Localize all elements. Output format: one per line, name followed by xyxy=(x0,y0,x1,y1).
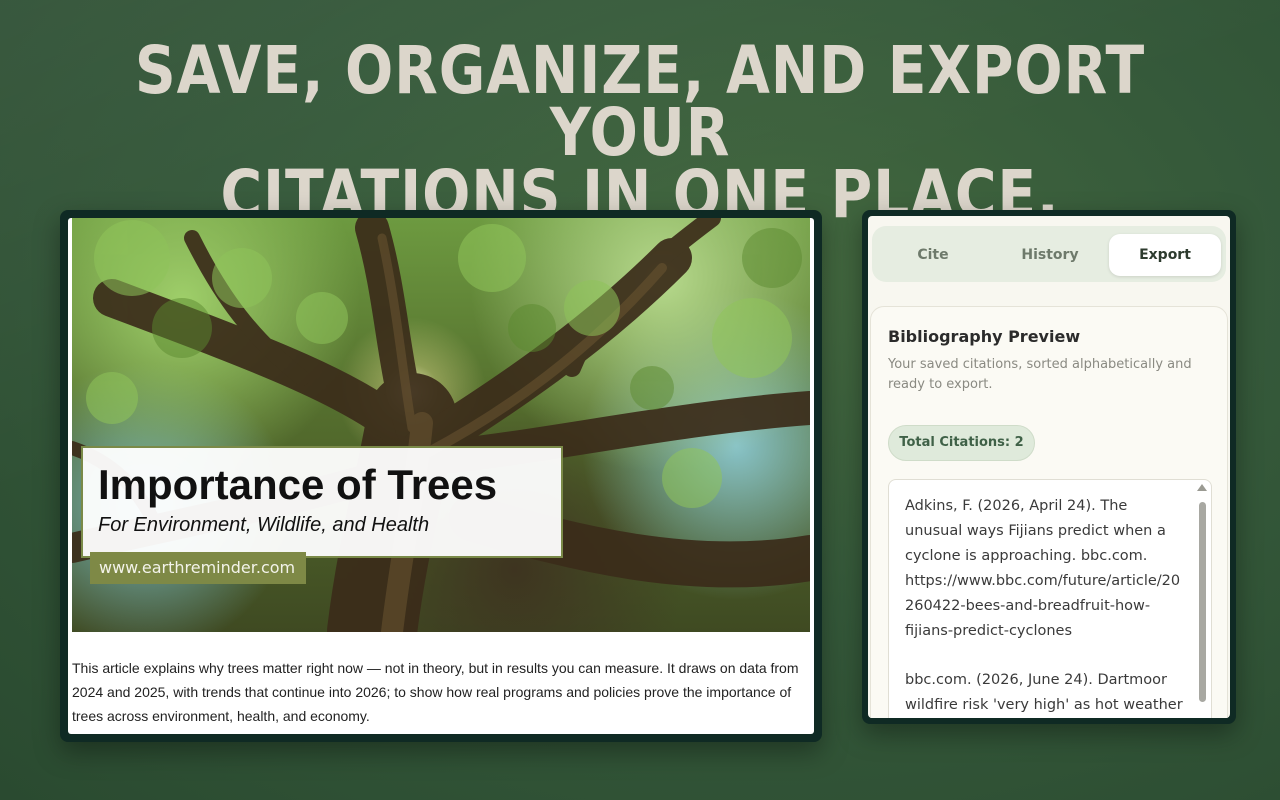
bibliography-card: Bibliography Preview Your saved citation… xyxy=(870,306,1228,718)
tab-export[interactable]: Export xyxy=(1109,234,1221,276)
site-url-tag: www.earthreminder.com xyxy=(90,552,306,584)
scroll-up-arrow-icon[interactable] xyxy=(1197,484,1207,491)
headline-line-1: SAVE, ORGANIZE, AND EXPORT YOUR xyxy=(134,32,1146,171)
hero-title-box: Importance of Trees For Environment, Wil… xyxy=(81,446,563,558)
headline: SAVE, ORGANIZE, AND EXPORT YOUR CITATION… xyxy=(90,32,1191,228)
bibliography-entries: Adkins, F. (2026, April 24). The unusual… xyxy=(905,494,1185,718)
total-citations-badge: Total Citations: 2 xyxy=(888,425,1035,461)
scrollbar-thumb[interactable] xyxy=(1199,502,1206,702)
total-citations-label: Total Citations: 2 xyxy=(899,435,1024,450)
hero-title: Importance of Trees xyxy=(98,461,498,508)
citation-entry: bbc.com. (2026, June 24). Dartmoor wildf… xyxy=(905,672,1183,713)
article-body-text: This article explains why trees matter r… xyxy=(72,660,799,724)
article-screenshot-frame: Importance of Trees For Environment, Wil… xyxy=(60,210,822,742)
bibliography-preview-box[interactable]: Adkins, F. (2026, April 24). The unusual… xyxy=(888,479,1212,718)
citation-entry: Adkins, F. (2026, April 24). The unusual… xyxy=(905,498,1181,639)
tab-history[interactable]: History xyxy=(994,234,1106,276)
article-page: Importance of Trees For Environment, Wil… xyxy=(68,218,814,734)
bibliography-description: Your saved citations, sorted alphabetica… xyxy=(888,357,1192,392)
bibliography-title: Bibliography Preview xyxy=(888,327,1081,346)
hero-subtitle: For Environment, Wildlife, and Health xyxy=(98,514,430,536)
tab-bar: Cite History Export xyxy=(872,226,1226,282)
tab-cite[interactable]: Cite xyxy=(877,234,989,276)
citation-extension-panel: Cite History Export Bibliography Preview… xyxy=(862,210,1236,724)
panel-body: Cite History Export Bibliography Preview… xyxy=(868,216,1230,718)
